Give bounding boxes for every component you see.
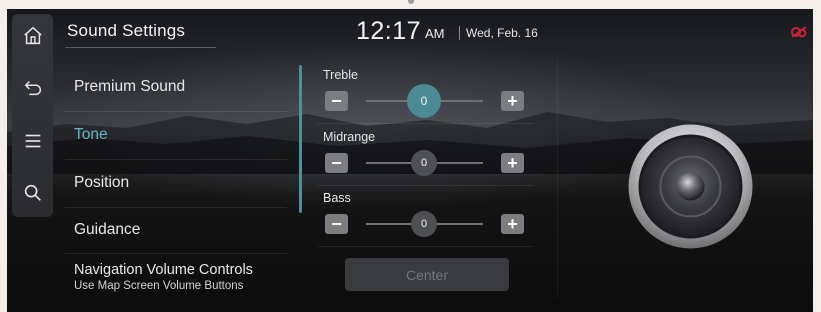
sound-off-icon (791, 26, 807, 38)
title-underline (65, 47, 216, 48)
device-frame-right (813, 9, 821, 312)
home-icon (23, 26, 42, 45)
menu-button[interactable] (12, 121, 53, 161)
menu-divider (65, 253, 287, 254)
midrange-decrease-button[interactable]: − (325, 153, 348, 173)
menu-scrollbar[interactable] (299, 65, 302, 213)
slider-divider (317, 123, 534, 124)
bass-label: Bass (323, 191, 351, 205)
menu-divider (65, 207, 287, 208)
menu-item-navigation-volume[interactable]: Navigation Volume Controls (74, 262, 253, 278)
midrange-label: Midrange (323, 130, 376, 144)
slider-divider (317, 246, 534, 247)
midrange-increase-button[interactable]: + (501, 153, 524, 173)
menu-divider (65, 111, 287, 112)
back-button[interactable] (12, 68, 53, 108)
header-separator (459, 26, 460, 40)
sound-settings-screen: Sound Settings 12:17 AM Wed, Feb. 16 Pre… (7, 9, 813, 312)
bass-slider-knob[interactable]: 0 (411, 211, 437, 237)
menu-icon (25, 134, 40, 148)
treble-label: Treble (323, 68, 358, 82)
midrange-slider-knob[interactable]: 0 (411, 150, 437, 176)
menu-item-navigation-volume-sub: Use Map Screen Volume Buttons (74, 280, 244, 292)
search-button[interactable] (12, 173, 53, 213)
bass-decrease-button[interactable]: − (325, 214, 348, 234)
menu-item-position[interactable]: Position (74, 174, 129, 192)
menu-item-premium-sound[interactable]: Premium Sound (74, 78, 185, 96)
treble-increase-button[interactable]: + (501, 91, 524, 111)
side-rail (12, 14, 53, 217)
back-icon (24, 81, 41, 96)
menu-divider (65, 159, 287, 160)
clock-ampm: AM (425, 26, 445, 41)
search-icon (24, 184, 41, 201)
device-frame-top (0, 0, 821, 9)
treble-slider-knob[interactable]: 0 (407, 84, 441, 118)
slider-divider (317, 185, 534, 186)
center-button[interactable]: Center (345, 258, 509, 291)
treble-decrease-button[interactable]: − (325, 91, 348, 111)
panel-separator (557, 59, 558, 299)
menu-item-tone[interactable]: Tone (74, 126, 108, 144)
menu-item-guidance[interactable]: Guidance (74, 221, 140, 239)
speaker-icon (628, 124, 753, 249)
page-title: Sound Settings (67, 21, 186, 40)
frame-camera-dot (408, 0, 414, 4)
home-button[interactable] (12, 16, 53, 56)
bass-increase-button[interactable]: + (501, 214, 524, 234)
clock-time: 12:17 (356, 17, 422, 45)
device-frame-left (0, 9, 7, 312)
clock-date: Wed, Feb. 16 (466, 26, 538, 40)
